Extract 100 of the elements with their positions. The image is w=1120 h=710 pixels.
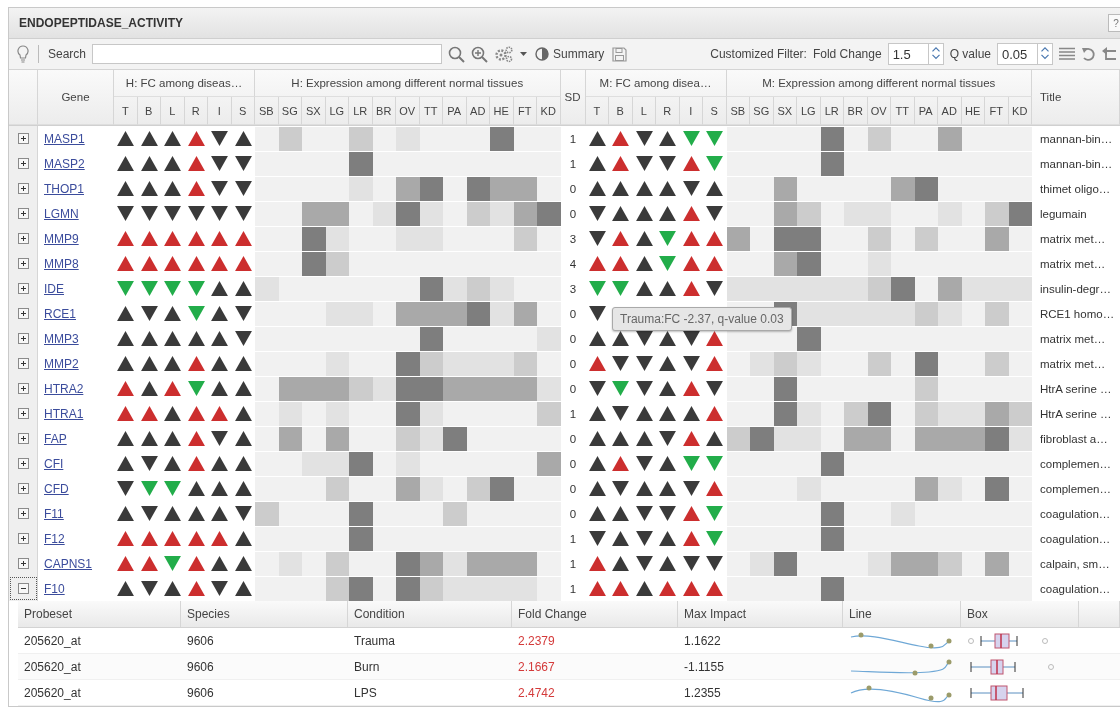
column-header[interactable]: OV	[867, 97, 891, 125]
expand-icon[interactable]	[17, 533, 29, 544]
caret-icon[interactable]	[520, 52, 528, 56]
column-header[interactable]: T	[585, 97, 609, 125]
column-header[interactable]: B	[137, 97, 161, 125]
gene-link[interactable]: MASP2	[44, 156, 85, 171]
column-header[interactable]: R	[184, 97, 208, 125]
gene-link[interactable]: FAP	[44, 431, 67, 446]
expand-icon[interactable]	[17, 408, 29, 419]
gene-link[interactable]: HTRA1	[44, 406, 84, 421]
column-header[interactable]: PA	[443, 97, 467, 125]
column-header[interactable]: FT	[985, 97, 1009, 125]
zoom-in-icon[interactable]	[471, 45, 489, 63]
expand-icon[interactable]	[17, 358, 29, 369]
column-header[interactable]: TT	[419, 97, 443, 125]
fold-change-field[interactable]: 1.5	[887, 43, 928, 65]
expand-icon[interactable]	[17, 333, 29, 344]
expand-icon[interactable]	[17, 158, 29, 169]
expand-icon[interactable]	[17, 508, 29, 519]
column-header[interactable]: SD	[560, 70, 586, 125]
column-header[interactable]: BR	[372, 97, 396, 125]
expand-icon[interactable]	[17, 133, 29, 144]
column-header[interactable]: Title	[1032, 70, 1120, 125]
gene-link[interactable]: RCE1	[44, 306, 76, 321]
expand-icon[interactable]	[17, 383, 29, 394]
column-header[interactable]: Probeset	[18, 601, 181, 627]
column-header[interactable]: S	[231, 97, 255, 125]
undo-icon[interactable]	[1081, 46, 1096, 62]
gene-link[interactable]: CAPNS1	[44, 556, 93, 571]
column-header[interactable]: KD	[537, 97, 561, 125]
column-header[interactable]: R	[656, 97, 680, 125]
column-header[interactable]: LR	[349, 97, 373, 125]
column-header[interactable]: T	[114, 97, 138, 125]
expand-icon[interactable]	[17, 258, 29, 269]
gene-link[interactable]: THOP1	[44, 181, 84, 196]
list-icon[interactable]	[1059, 47, 1075, 61]
gene-link[interactable]: MMP9	[44, 231, 79, 246]
gene-link[interactable]: F10	[44, 581, 65, 596]
column-header[interactable]: SX	[302, 97, 326, 125]
gene-link[interactable]: IDE	[44, 281, 64, 296]
search-icon[interactable]	[448, 45, 466, 63]
arrow-icon[interactable]	[1102, 47, 1116, 61]
gene-link[interactable]: CFI	[44, 456, 64, 471]
column-header[interactable]: S	[703, 97, 727, 125]
gears-icon[interactable]	[494, 45, 515, 63]
gene-link[interactable]: MASP1	[44, 131, 85, 146]
column-header[interactable]: HE	[490, 97, 514, 125]
expand-icon[interactable]	[17, 483, 29, 494]
gene-link[interactable]: F11	[44, 506, 64, 521]
q-value-field[interactable]: 0.05	[997, 43, 1037, 65]
expand-icon[interactable]	[17, 308, 29, 319]
column-header[interactable]: AD	[466, 97, 490, 125]
expand-icon[interactable]	[17, 283, 29, 294]
column-header[interactable]: Species	[181, 601, 348, 627]
expand-icon[interactable]	[17, 233, 29, 244]
search-field[interactable]	[92, 44, 443, 64]
save-icon[interactable]	[612, 46, 628, 62]
column-header[interactable]: I	[208, 97, 232, 125]
column-header[interactable]: Line	[843, 601, 961, 627]
expand-icon[interactable]	[17, 208, 29, 219]
column-header[interactable]: L	[632, 97, 656, 125]
lightbulb-icon[interactable]	[17, 45, 29, 63]
column-header[interactable]: Condition	[348, 601, 512, 627]
column-header[interactable]: TT	[891, 97, 915, 125]
column-header[interactable]: AD	[938, 97, 962, 125]
column-header[interactable]: SB	[255, 97, 279, 125]
column-header[interactable]: HE	[961, 97, 985, 125]
column-header[interactable]: LG	[797, 97, 821, 125]
gene-link[interactable]: MMP8	[44, 256, 79, 271]
column-header[interactable]: LG	[325, 97, 349, 125]
expand-icon[interactable]	[17, 433, 29, 444]
column-header[interactable]: SX	[773, 97, 797, 125]
gene-link[interactable]: MMP2	[44, 356, 79, 371]
column-header[interactable]: Max Impact	[678, 601, 843, 627]
column-header[interactable]: SG	[278, 97, 302, 125]
gene-link[interactable]: LGMN	[44, 206, 79, 221]
gene-link[interactable]: CFD	[44, 481, 69, 496]
column-header[interactable]: KD	[1008, 97, 1032, 125]
column-header[interactable]: SB	[726, 97, 750, 125]
column-header[interactable]: I	[679, 97, 703, 125]
column-header[interactable]: SG	[750, 97, 774, 125]
spinner-arrows-icon[interactable]	[1037, 43, 1053, 65]
column-header[interactable]: FT	[513, 97, 537, 125]
expand-icon[interactable]	[17, 458, 29, 469]
column-header[interactable]: Box	[961, 601, 1079, 627]
gene-link[interactable]: HTRA2	[44, 381, 84, 396]
column-header[interactable]: Fold Change	[512, 601, 678, 627]
column-header[interactable]: BR	[844, 97, 868, 125]
collapse-icon[interactable]	[17, 583, 29, 594]
column-header[interactable]: LR	[820, 97, 844, 125]
column-header[interactable]: L	[161, 97, 185, 125]
column-header[interactable]: B	[609, 97, 633, 125]
expand-icon[interactable]	[17, 183, 29, 194]
column-header[interactable]: PA	[914, 97, 938, 125]
gene-link[interactable]: F12	[44, 531, 65, 546]
help-button[interactable]: ?	[1108, 14, 1120, 32]
gene-link[interactable]: MMP3	[44, 331, 79, 346]
expand-icon[interactable]	[17, 558, 29, 569]
column-header[interactable]: Gene	[38, 70, 114, 125]
column-header[interactable]: OV	[396, 97, 420, 125]
